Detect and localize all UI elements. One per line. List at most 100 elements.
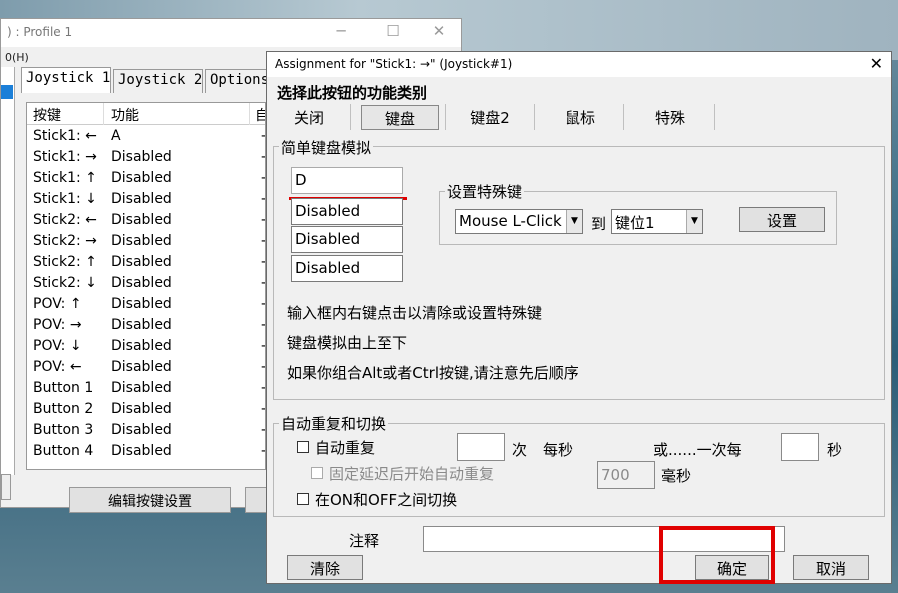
- list-item[interactable]: POV: → Disabled -: [27, 315, 265, 336]
- special-key-label: 设置特殊键: [445, 181, 525, 202]
- key-slot-value: 键位1: [615, 214, 655, 232]
- tab-keyboard-2[interactable]: 键盘2: [455, 105, 525, 130]
- list-item-key: Button 4: [33, 443, 94, 459]
- to-label: 到: [591, 215, 607, 233]
- tab-divider: [350, 104, 351, 130]
- button-list[interactable]: 按键 功能 自 Stick1: ←A-Stick1: →Disabled-Sti…: [26, 102, 266, 470]
- list-item-key: Button 2: [33, 401, 94, 417]
- set-button[interactable]: 设置: [739, 207, 825, 232]
- delay-start-label: 固定延迟后开始自动重复: [329, 465, 495, 483]
- special-key-dropdown[interactable]: Mouse L-Click ▼: [455, 209, 583, 234]
- list-item-key: Button 3: [33, 422, 94, 438]
- list-item-key: Button 1: [33, 380, 94, 396]
- list-item[interactable]: Stick2: ← Disabled -: [27, 210, 265, 231]
- list-item[interactable]: Stick2: → Disabled -: [27, 231, 265, 252]
- list-item-key: Stick1: ↑: [33, 170, 97, 186]
- header-function[interactable]: 功能: [111, 105, 139, 125]
- close-icon[interactable]: ✕: [870, 54, 883, 73]
- header-key[interactable]: 按键: [33, 105, 61, 125]
- list-item-key: POV: ↑: [33, 296, 82, 312]
- list-item-key: Stick2: ↑: [33, 254, 97, 270]
- delay-ms-input[interactable]: 700: [597, 461, 655, 489]
- tab-keyboard[interactable]: 键盘: [361, 105, 439, 130]
- seconds-input[interactable]: [781, 433, 819, 461]
- tab-joystick-2[interactable]: Joystick 2: [113, 69, 203, 93]
- list-item-key: Stick1: ↓: [33, 191, 97, 207]
- tab-special[interactable]: 特殊: [635, 105, 705, 130]
- list-item[interactable]: Button 4 Disabled -: [27, 441, 265, 462]
- list-item[interactable]: Stick1: ← A -: [27, 126, 265, 147]
- chevron-down-icon[interactable]: ▼: [686, 210, 702, 233]
- highlight-box: [659, 526, 775, 584]
- list-item-function: Disabled: [111, 296, 172, 312]
- list-header: 按键 功能 自: [27, 103, 265, 125]
- list-item[interactable]: POV: ← Disabled -: [27, 357, 265, 378]
- key-field-4[interactable]: Disabled: [291, 255, 403, 282]
- chevron-down-icon[interactable]: ▼: [566, 210, 582, 233]
- header-auto[interactable]: 自: [255, 105, 265, 125]
- list-item-function: Disabled: [111, 317, 172, 333]
- list-item-function: Disabled: [111, 212, 172, 228]
- tab-close[interactable]: 关闭: [277, 105, 341, 130]
- clear-button[interactable]: 清除: [287, 555, 363, 580]
- toggle-label: 在ON和OFF之间切换: [315, 491, 458, 509]
- category-heading: 选择此按钮的功能类别: [277, 84, 428, 102]
- tab-divider: [714, 104, 715, 130]
- repeat-count-input[interactable]: [457, 433, 505, 461]
- list-item-key: Stick2: →: [33, 233, 97, 249]
- list-item-function: Disabled: [111, 149, 172, 165]
- list-item-key: Stick1: →: [33, 149, 97, 165]
- times-unit: 次: [512, 441, 528, 459]
- key-field-3[interactable]: Disabled: [291, 226, 403, 253]
- key-field-1[interactable]: D: [291, 167, 403, 194]
- list-item-function: Disabled: [111, 170, 172, 186]
- auto-repeat-checkbox[interactable]: [297, 441, 309, 453]
- once-every-label: 或......一次每: [653, 441, 742, 459]
- menu-help[interactable]: 0(H): [5, 51, 29, 64]
- list-item[interactable]: Stick1: ↑ Disabled -: [27, 168, 265, 189]
- list-item-function: Disabled: [111, 275, 172, 291]
- close-icon[interactable]: ✕: [425, 22, 453, 40]
- profile-titlebar: ) : Profile 1 ─ ☐ ✕: [1, 19, 461, 47]
- list-item-function: Disabled: [111, 380, 172, 396]
- cancel-button[interactable]: 取消: [793, 555, 869, 580]
- profile-list-pane[interactable]: [1, 67, 15, 475]
- dialog-title: Assignment for "Stick1: →" (Joystick#1): [275, 57, 513, 71]
- header-divider: [249, 103, 250, 125]
- list-item[interactable]: Button 1 Disabled -: [27, 378, 265, 399]
- seconds-unit: 秒: [827, 441, 843, 459]
- tab-mouse[interactable]: 鼠标: [547, 105, 613, 130]
- repeat-group-label: 自动重复和切换: [279, 413, 389, 434]
- tab-joystick-1[interactable]: Joystick 1: [21, 67, 111, 93]
- list-item-function: Disabled: [111, 254, 172, 270]
- tab-divider: [623, 104, 624, 130]
- maximize-icon[interactable]: ☐: [379, 22, 407, 40]
- key-slot-dropdown[interactable]: 键位1 ▼: [611, 209, 703, 234]
- toggle-checkbox[interactable]: [297, 493, 309, 505]
- list-item-function: Disabled: [111, 233, 172, 249]
- edit-key-button[interactable]: 编辑按键设置: [69, 487, 231, 513]
- delay-start-checkbox[interactable]: [311, 467, 323, 479]
- profile-selected-item[interactable]: [1, 85, 13, 99]
- list-item-function: Disabled: [111, 191, 172, 207]
- list-item[interactable]: Stick1: → Disabled -: [27, 147, 265, 168]
- list-item[interactable]: Stick1: ↓ Disabled -: [27, 189, 265, 210]
- tab-options[interactable]: Options: [205, 69, 267, 93]
- list-item-key: POV: ↓: [33, 338, 82, 354]
- minimize-icon[interactable]: ─: [327, 22, 355, 40]
- list-item-function: Disabled: [111, 401, 172, 417]
- list-item[interactable]: Stick2: ↑ Disabled -: [27, 252, 265, 273]
- list-item-key: POV: →: [33, 317, 82, 333]
- key-field-2[interactable]: Disabled: [291, 198, 403, 225]
- list-item[interactable]: Button 3 Disabled -: [27, 420, 265, 441]
- list-item[interactable]: POV: ↓ Disabled -: [27, 336, 265, 357]
- header-divider: [103, 103, 104, 125]
- list-item-function: Disabled: [111, 359, 172, 375]
- list-item[interactable]: POV: ↑ Disabled -: [27, 294, 265, 315]
- auto-repeat-label: 自动重复: [315, 439, 376, 457]
- list-item[interactable]: Button 2 Disabled -: [27, 399, 265, 420]
- per-second-label: 每秒: [543, 441, 574, 459]
- list-item[interactable]: Stick2: ↓ Disabled -: [27, 273, 265, 294]
- hint-line-2: 键盘模拟由上至下: [287, 334, 408, 352]
- left-pane-button[interactable]: [1, 474, 11, 500]
